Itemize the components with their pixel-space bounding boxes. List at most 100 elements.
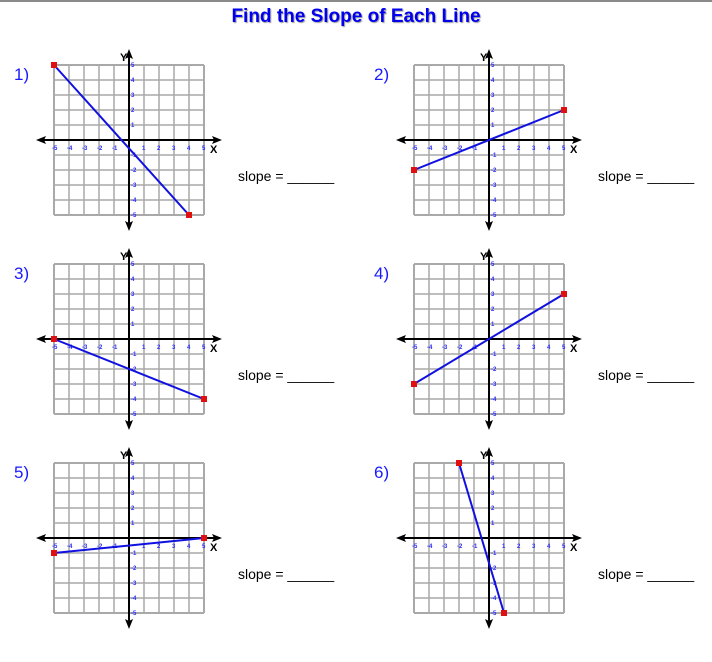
- y-tick-label: 3: [491, 292, 495, 298]
- slope-answer-blank[interactable]: slope = ______: [598, 168, 694, 184]
- y-tick-label: -1: [131, 352, 137, 358]
- y-tick-label: 2: [131, 108, 135, 114]
- slope-answer-blank[interactable]: slope = ______: [238, 168, 334, 184]
- x-tick-label: 5: [562, 146, 566, 152]
- y-tick-label: -3: [131, 581, 137, 587]
- x-tick-label: 1: [142, 345, 146, 351]
- y-axis-label: Y: [480, 251, 488, 263]
- slope-answer-blank[interactable]: slope = ______: [598, 566, 694, 582]
- x-tick-label: -2: [97, 345, 103, 351]
- y-tick-label: -4: [491, 397, 497, 403]
- x-tick-label: -5: [412, 544, 418, 550]
- y-tick-label: 4: [491, 78, 495, 84]
- endpoint-marker: [201, 535, 207, 541]
- x-tick-label: -5: [52, 544, 58, 550]
- x-tick-label: 3: [172, 146, 176, 152]
- y-tick-label: -4: [131, 596, 137, 602]
- x-tick-label: 5: [562, 544, 566, 550]
- y-tick-label: 4: [491, 277, 495, 283]
- slope-answer-blank[interactable]: slope = ______: [238, 566, 334, 582]
- x-tick-label: 5: [562, 345, 566, 351]
- x-tick-label: 4: [187, 146, 191, 152]
- y-tick-label: 3: [491, 491, 495, 497]
- x-tick-label: -3: [82, 146, 88, 152]
- y-tick-label: 4: [491, 476, 495, 482]
- endpoint-marker: [561, 107, 567, 113]
- x-tick-label: -4: [427, 544, 433, 550]
- x-tick-label: -1: [112, 146, 118, 152]
- y-tick-label: -2: [491, 168, 497, 174]
- y-tick-label: 3: [131, 93, 135, 99]
- y-tick-label: 2: [131, 506, 135, 512]
- x-tick-label: -4: [427, 146, 433, 152]
- y-axis-label: Y: [480, 450, 488, 462]
- y-axis-label: Y: [120, 251, 128, 263]
- x-tick-label: 1: [502, 345, 506, 351]
- y-tick-label: 3: [131, 292, 135, 298]
- y-tick-label: 3: [131, 491, 135, 497]
- x-tick-label: 5: [202, 544, 206, 550]
- y-tick-label: 2: [491, 108, 495, 114]
- x-tick-label: -3: [442, 345, 448, 351]
- y-tick-label: -3: [131, 382, 137, 388]
- x-tick-label: -4: [427, 345, 433, 351]
- x-tick-label: -4: [67, 544, 73, 550]
- x-tick-label: 2: [157, 345, 161, 351]
- y-tick-label: 2: [491, 506, 495, 512]
- y-tick-label: 1: [131, 521, 135, 527]
- y-tick-label: 2: [491, 307, 495, 313]
- y-tick-label: -5: [131, 611, 137, 617]
- y-tick-label: -4: [131, 198, 137, 204]
- x-tick-label: -4: [67, 146, 73, 152]
- x-tick-label: 1: [502, 146, 506, 152]
- coordinate-plane: XY-5-5-4-4-3-3-2-2-1-11122334455: [396, 49, 582, 231]
- x-tick-label: -2: [457, 544, 463, 550]
- y-tick-label: -4: [491, 596, 497, 602]
- x-tick-label: 4: [547, 544, 551, 550]
- problem-5: 5)XY-5-5-4-4-3-3-2-2-1-11122334455slope …: [0, 447, 356, 662]
- x-tick-label: 2: [157, 146, 161, 152]
- coordinate-plane: XY-5-5-4-4-3-3-2-2-1-11122334455: [36, 248, 222, 430]
- y-axis-label: Y: [120, 450, 128, 462]
- y-tick-label: 3: [491, 93, 495, 99]
- problem-6: 6) X Y -5 -5 -4 -4 -3 -3 -2 -2 -1 -1 1 1 2 2 3 3 4 4 5 5 slope …: [360, 447, 712, 662]
- endpoint-marker: [201, 396, 207, 402]
- x-tick-label: 3: [172, 345, 176, 351]
- y-axis-label: Y: [480, 52, 488, 64]
- coordinate-plane: XY-5-5-4-4-3-3-2-2-1-11122334455: [36, 49, 222, 231]
- y-tick-label: 2: [131, 307, 135, 313]
- y-tick-label: -1: [491, 551, 497, 557]
- x-tick-label: -5: [412, 146, 418, 152]
- y-tick-label: 4: [131, 476, 135, 482]
- y-tick-label: -1: [131, 551, 137, 557]
- x-tick-label: -2: [457, 345, 463, 351]
- y-tick-label: -5: [131, 213, 137, 219]
- x-tick-label: -1: [112, 345, 118, 351]
- slope-answer-blank[interactable]: slope = ______: [598, 367, 694, 383]
- y-tick-label: -4: [131, 397, 137, 403]
- x-tick-label: 5: [202, 345, 206, 351]
- worksheet-title: Find the Slope of Each Line: [231, 6, 481, 27]
- problem-2: 2) X Y -5 -5 -4 -4 -3 -3 -2 -2 -1 -1 1 1 2 2 3 3 4 4 5 5 slope …: [360, 49, 712, 264]
- x-tick-label: 3: [532, 544, 536, 550]
- endpoint-marker: [51, 62, 57, 68]
- y-tick-label: -1: [491, 153, 497, 159]
- x-tick-label: -5: [52, 146, 58, 152]
- x-tick-label: 1: [142, 146, 146, 152]
- x-tick-label: 4: [187, 544, 191, 550]
- problem-3: 3)XY-5-5-4-4-3-3-2-2-1-11122334455slope …: [0, 248, 356, 463]
- x-tick-label: 5: [202, 146, 206, 152]
- x-tick-label: -3: [442, 146, 448, 152]
- coordinate-plane: XY-5-5-4-4-3-3-2-2-1-11122334455: [396, 447, 582, 629]
- x-tick-label: -3: [442, 544, 448, 550]
- y-tick-label: 1: [131, 322, 135, 328]
- endpoint-marker: [456, 460, 462, 466]
- slope-answer-blank[interactable]: slope = ______: [238, 367, 334, 383]
- x-tick-label: 2: [517, 146, 521, 152]
- y-tick-label: 1: [491, 123, 495, 129]
- y-tick-label: -3: [491, 183, 497, 189]
- coordinate-plane: XY-5-5-4-4-3-3-2-2-1-11122334455: [36, 447, 222, 629]
- y-tick-label: -4: [491, 198, 497, 204]
- y-tick-label: -2: [131, 566, 137, 572]
- x-tick-label: 4: [187, 345, 191, 351]
